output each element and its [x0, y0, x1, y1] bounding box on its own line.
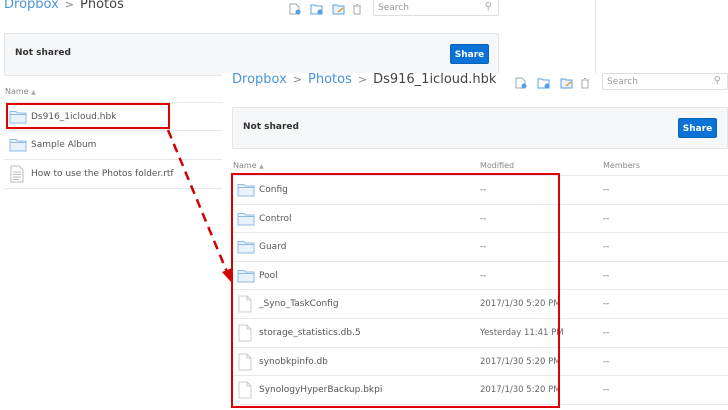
- item-name: Sample Album: [31, 140, 97, 150]
- highlight-box: [231, 173, 560, 408]
- sharing-status: Not shared: [15, 48, 71, 58]
- search-icon[interactable]: ⚲: [485, 1, 492, 12]
- share-button[interactable]: Share: [678, 118, 717, 138]
- breadcrumb: Dropbox > Photos > Ds916_1icloud.hbk: [232, 72, 496, 87]
- breadcrumb-photos: Photos: [80, 0, 124, 12]
- item-members: --: [603, 185, 610, 195]
- item-members: --: [603, 328, 610, 338]
- breadcrumb-photos[interactable]: Photos: [308, 72, 352, 87]
- search-input[interactable]: Search ⚲: [602, 73, 728, 90]
- sharing-bar: Not shared Share: [4, 33, 499, 76]
- new-folder-icon[interactable]: [310, 3, 324, 15]
- upload-file-icon[interactable]: [288, 3, 302, 15]
- search-placeholder: Search: [378, 3, 409, 13]
- upload-file-icon[interactable]: [514, 77, 528, 89]
- item-members: --: [603, 356, 610, 367]
- search-placeholder: Search: [607, 77, 638, 87]
- column-name-label: Name: [233, 161, 257, 170]
- front-panel: Dropbox > Photos > Ds916_1icloud.hbk Search ⚲…: [222, 72, 728, 410]
- new-folder-icon[interactable]: [537, 77, 551, 89]
- sort-asc-icon: ▲: [31, 89, 36, 96]
- breadcrumb-dropbox[interactable]: Dropbox: [232, 72, 287, 87]
- list-item[interactable]: Sample Album: [4, 131, 222, 160]
- item-members: --: [603, 299, 610, 310]
- breadcrumb: Dropbox > Photos: [4, 0, 124, 12]
- column-header-members[interactable]: Members: [603, 161, 640, 170]
- shared-folder-icon[interactable]: [560, 77, 574, 89]
- search-input[interactable]: Search ⚲: [373, 0, 499, 16]
- column-name-label: Name: [5, 87, 29, 96]
- sharing-status: Not shared: [243, 122, 299, 132]
- sort-asc-icon: ▲: [259, 163, 264, 170]
- divider: [595, 0, 596, 73]
- share-button[interactable]: Share: [450, 44, 489, 64]
- highlight-box: [6, 103, 170, 129]
- column-header-name[interactable]: Name ▲: [5, 87, 36, 96]
- breadcrumb-dropbox[interactable]: Dropbox: [4, 0, 59, 12]
- list-item[interactable]: How to use the Photos folder.rtf: [4, 160, 222, 189]
- document-icon: [10, 165, 24, 183]
- column-header-modified[interactable]: Modified: [480, 161, 514, 170]
- column-header-name[interactable]: Name ▲: [233, 161, 264, 170]
- folder-icon: [9, 137, 27, 152]
- item-members: --: [603, 213, 610, 224]
- chevron-right-icon: >: [292, 73, 302, 86]
- item-name: How to use the Photos folder.rtf: [31, 169, 174, 179]
- chevron-right-icon: >: [64, 0, 74, 11]
- item-members: --: [603, 242, 610, 253]
- item-members: --: [603, 385, 610, 396]
- breadcrumb-current: Ds916_1icloud.hbk: [373, 72, 497, 87]
- chevron-right-icon: >: [357, 73, 368, 86]
- trash-icon[interactable]: [350, 3, 364, 15]
- trash-icon[interactable]: [578, 77, 592, 89]
- sharing-bar: Not shared Share: [232, 107, 728, 149]
- item-members: --: [603, 270, 610, 281]
- search-icon[interactable]: ⚲: [714, 75, 721, 86]
- shared-folder-icon[interactable]: [332, 3, 346, 15]
